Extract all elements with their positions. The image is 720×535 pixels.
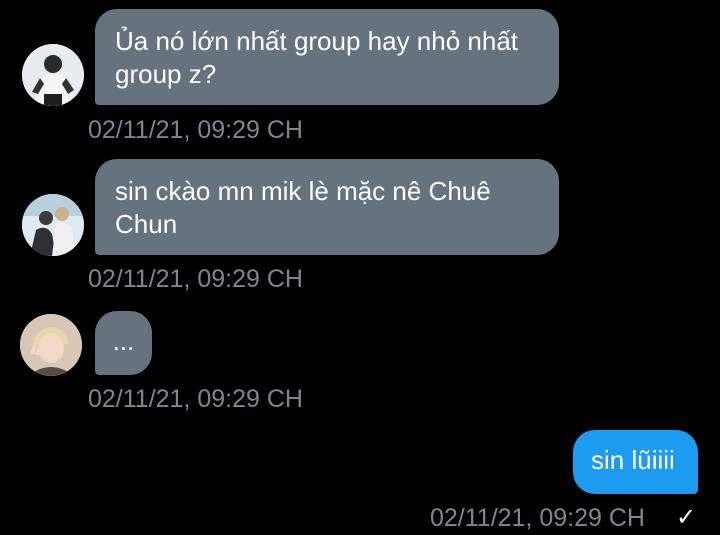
avatar-photo-icon (20, 314, 82, 376)
message-text: ... (112, 326, 135, 356)
user-avatar-1[interactable] (22, 44, 84, 106)
avatar-photo-icon (22, 44, 84, 106)
message-timestamp: 02/11/21, 09:29 CH (88, 265, 303, 293)
user-avatar-2[interactable] (22, 194, 84, 256)
message-text: sin ckào mn mik lè mặc nê Chuê Chun (115, 176, 491, 239)
incoming-message-bubble[interactable]: ... (95, 311, 152, 375)
user-avatar-3[interactable] (20, 314, 82, 376)
message-timestamp: 02/11/21, 09:29 CH (430, 504, 645, 532)
incoming-message-bubble[interactable]: sin ckào mn mik lè mặc nê Chuê Chun (95, 159, 559, 255)
outgoing-message-bubble[interactable]: sin lũiiii (573, 430, 698, 494)
message-text: sin lũiiii (591, 445, 675, 475)
checkmark-icon: ✓ (676, 504, 697, 531)
message-timestamp: 02/11/21, 09:29 CH (88, 385, 303, 413)
message-timestamp: 02/11/21, 09:29 CH (88, 116, 303, 144)
avatar-photo-icon (22, 194, 84, 256)
message-text: Ủa nó lớn nhất group hay nhỏ nhất group … (115, 26, 519, 89)
incoming-message-bubble[interactable]: Ủa nó lớn nhất group hay nhỏ nhất group … (95, 9, 559, 105)
